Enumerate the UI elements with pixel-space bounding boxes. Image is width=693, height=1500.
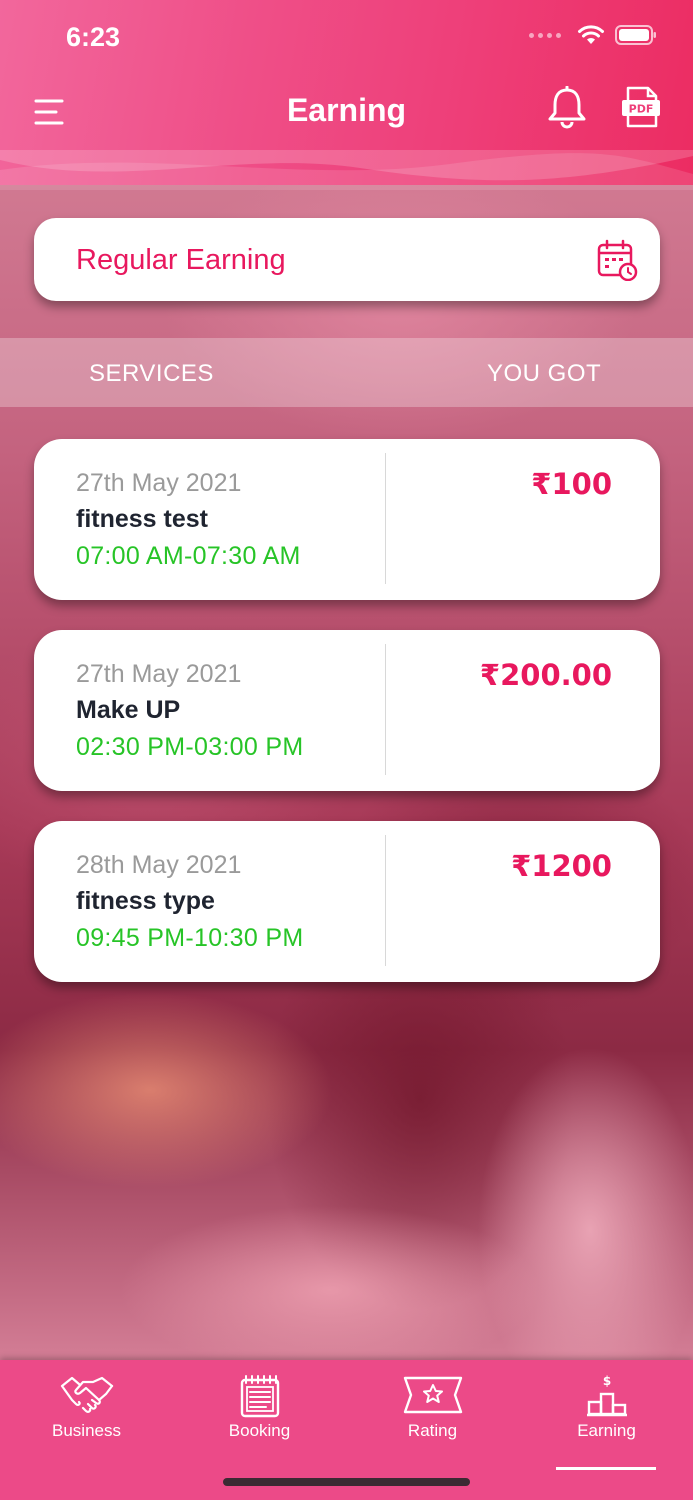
star-ticket-icon <box>403 1376 462 1414</box>
tab-business[interactable]: Business <box>0 1360 173 1470</box>
earning-type-label: Regular Earning <box>76 244 286 276</box>
home-indicator[interactable] <box>223 1478 470 1486</box>
handshake-icon <box>60 1376 113 1413</box>
tab-label: Booking <box>228 1421 291 1440</box>
podium-dollar-icon: $ <box>586 1374 627 1417</box>
calendar-clock-icon[interactable] <box>596 239 638 281</box>
earning-amount: ₹200.00 <box>479 658 612 692</box>
status-time: 6:23 <box>66 22 121 52</box>
earning-time-slot: 02:30 PM-03:00 PM <box>76 733 304 761</box>
earning-time-slot: 09:45 PM-10:30 PM <box>76 924 304 952</box>
you-got-column-header: YOU GOT <box>487 360 602 387</box>
earning-service: fitness test <box>76 505 208 533</box>
bottom-tab-bar: Business Booking Rating $ Earning <box>0 1360 693 1500</box>
status-icons <box>529 24 657 46</box>
earning-time-slot: 07:00 AM-07:30 AM <box>76 542 301 570</box>
earning-card[interactable]: 28th May 2021 fitness type 09:45 PM-10:3… <box>34 821 660 982</box>
header-wave <box>0 150 693 190</box>
earning-date: 27th May 2021 <box>76 660 242 688</box>
earning-card[interactable]: 27th May 2021 Make UP 02:30 PM-03:00 PM … <box>34 630 660 791</box>
card-divider <box>385 453 386 584</box>
page-title: Earning <box>286 92 407 128</box>
card-divider <box>385 644 386 775</box>
bell-icon <box>548 85 586 129</box>
earning-date: 27th May 2021 <box>76 469 242 497</box>
tab-rating[interactable]: Rating <box>346 1360 519 1470</box>
earning-service: fitness type <box>76 887 215 915</box>
earning-amount: ₹1200 <box>511 849 612 883</box>
tab-label: Business <box>52 1421 121 1440</box>
tab-label: Rating <box>407 1421 458 1440</box>
card-divider <box>385 835 386 966</box>
earning-service: Make UP <box>76 696 181 724</box>
notepad-icon <box>240 1375 279 1418</box>
svg-text:$: $ <box>602 1374 610 1388</box>
signal-icon <box>529 32 561 38</box>
battery-icon <box>615 25 656 45</box>
services-column-header: SERVICES <box>89 360 214 387</box>
earning-amount: ₹100 <box>531 467 612 501</box>
wifi-icon <box>578 25 604 44</box>
pdf-icon: PDF <box>622 86 660 128</box>
pdf-export-button[interactable]: PDF <box>620 86 662 130</box>
tab-booking[interactable]: Booking <box>173 1360 346 1470</box>
tab-label: Earning <box>577 1421 636 1440</box>
earning-card[interactable]: 27th May 2021 fitness test 07:00 AM-07:3… <box>34 439 660 600</box>
svg-text:PDF: PDF <box>629 103 654 116</box>
tab-earning[interactable]: $ Earning <box>520 1360 693 1470</box>
earning-date: 28th May 2021 <box>76 851 242 879</box>
active-tab-indicator <box>556 1467 656 1470</box>
earning-type-selector[interactable]: Regular Earning <box>34 218 660 301</box>
app-header: 6:23 Earning PDF <box>0 0 693 190</box>
earnings-table-header: SERVICES YOU GOT <box>0 338 693 407</box>
notifications-button[interactable] <box>546 85 588 130</box>
